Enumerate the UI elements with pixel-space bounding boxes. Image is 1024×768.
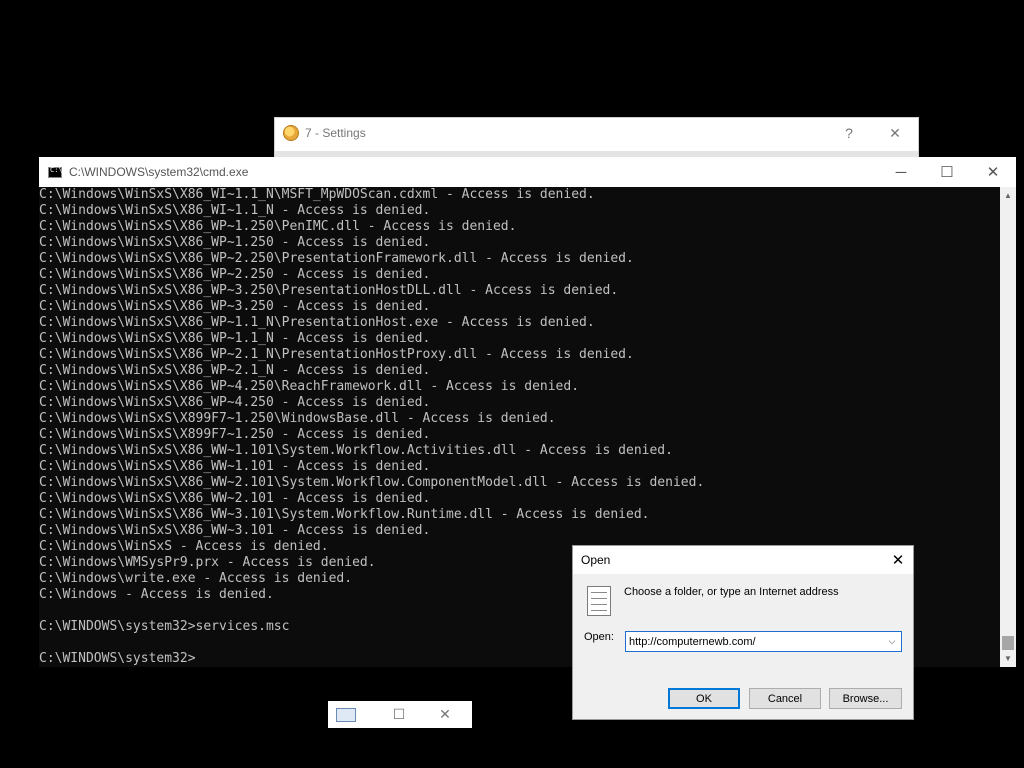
settings-window[interactable]: 7 - Settings ? ✕ (274, 117, 919, 159)
open-dialog-titlebar[interactable]: Open ✕ (573, 546, 913, 574)
cmd-app-icon (48, 166, 63, 178)
ok-button[interactable]: OK (668, 688, 740, 709)
console-line: C:\Windows\WinSxS\X86_WP~4.250 - Access … (39, 395, 431, 410)
console-line: C:\Windows\WinSxS\X86_WP~4.250\ReachFram… (39, 379, 580, 394)
cancel-button[interactable]: Cancel (749, 688, 821, 709)
scroll-up-arrow-icon[interactable]: ▲ (1000, 187, 1016, 204)
console-line: C:\Windows\WinSxS\X86_WW~1.101\System.Wo… (39, 443, 673, 458)
cmd-close-button[interactable]: ✕ (970, 157, 1016, 187)
console-line: C:\Windows\WinSxS\X86_WP~3.250\Presentat… (39, 283, 619, 298)
cmd-titlebar[interactable]: C:\WINDOWS\system32\cmd.exe ─ ☐ ✕ (39, 157, 1016, 187)
cmd-minimize-button[interactable]: ─ (878, 157, 924, 187)
open-dialog-title: Open (581, 553, 611, 567)
settings-close-button[interactable]: ✕ (872, 118, 918, 148)
cmd-maximize-button[interactable]: ☐ (924, 157, 970, 187)
console-line: C:\Windows\WinSxS\X86_WP~2.250 - Access … (39, 267, 431, 282)
console-line: C:\Windows\WinSxS\X86_WP~1.1_N\Presentat… (39, 315, 595, 330)
open-combobox[interactable]: ⌵ (625, 631, 902, 652)
scrollbar-thumb[interactable] (1002, 636, 1014, 650)
open-dialog[interactable]: Open ✕ Choose a folder, or type an Inter… (572, 545, 914, 720)
console-line: C:\Windows\WinSxS\X86_WI~1.1_N - Access … (39, 203, 431, 218)
console-line: C:\Windows\WinSxS\X86_WP~1.1_N - Access … (39, 331, 431, 346)
console-line: C:\Windows\WinSxS\X86_WP~2.1_N\Presentat… (39, 347, 634, 362)
console-line: C:\Windows\WinSxS\X86_WP~2.1_N - Access … (39, 363, 431, 378)
chevron-down-icon[interactable]: ⌵ (883, 636, 901, 647)
window-thumbnail-icon (336, 707, 356, 722)
mini-close-button[interactable]: ✕ (422, 701, 468, 728)
open-input[interactable] (626, 634, 881, 649)
console-line: C:\Windows\WinSxS\X86_WW~3.101\System.Wo… (39, 507, 650, 522)
open-dialog-description: Choose a folder, or type an Internet add… (624, 586, 839, 598)
mini-maximize-button[interactable]: ☐ (376, 701, 422, 728)
console-line: C:\Windows\WinSxS\X86_WI~1.1_N\MSFT_MpWD… (39, 187, 595, 202)
scroll-down-arrow-icon[interactable]: ▼ (1000, 650, 1016, 667)
console-line: C:\Windows\WinSxS\X86_WW~2.101\System.Wo… (39, 475, 705, 490)
settings-help-button[interactable]: ? (826, 118, 872, 148)
console-line: C:\Windows\WinSxS\X86_WP~1.250\PenIMC.dl… (39, 219, 517, 234)
console-line: C:\Windows\WinSxS\X86_WW~1.101 - Access … (39, 459, 431, 474)
console-scrollbar[interactable]: ▲ ▼ (1000, 187, 1016, 667)
settings-window-title: 7 - Settings (305, 126, 366, 140)
browse-button[interactable]: Browse... (829, 688, 902, 709)
settings-app-icon (283, 125, 299, 141)
console-line: C:\Windows\WinSxS\X86_WP~3.250 - Access … (39, 299, 431, 314)
console-line: C:\Windows\WinSxS\X86_WP~2.250\Presentat… (39, 251, 634, 266)
console-line: C:\Windows\WinSxS\X86_WW~3.101 - Access … (39, 523, 431, 538)
open-label: Open: (584, 631, 614, 643)
settings-titlebar[interactable]: 7 - Settings ? ✕ (275, 118, 918, 148)
console-line: C:\Windows\WinSxS\X899F7~1.250 - Access … (39, 427, 431, 442)
console-line: C:\Windows\WinSxS\X86_WW~2.101 - Access … (39, 491, 431, 506)
console-line: C:\Windows\WinSxS\X86_WP~1.250 - Access … (39, 235, 431, 250)
cmd-window-title: C:\WINDOWS\system32\cmd.exe (69, 165, 249, 179)
document-icon (587, 586, 611, 616)
open-dialog-close-button[interactable]: ✕ (883, 546, 913, 574)
minimized-window[interactable]: ☐ ✕ (328, 701, 472, 728)
console-line: C:\Windows\WinSxS\X899F7~1.250\WindowsBa… (39, 411, 556, 426)
